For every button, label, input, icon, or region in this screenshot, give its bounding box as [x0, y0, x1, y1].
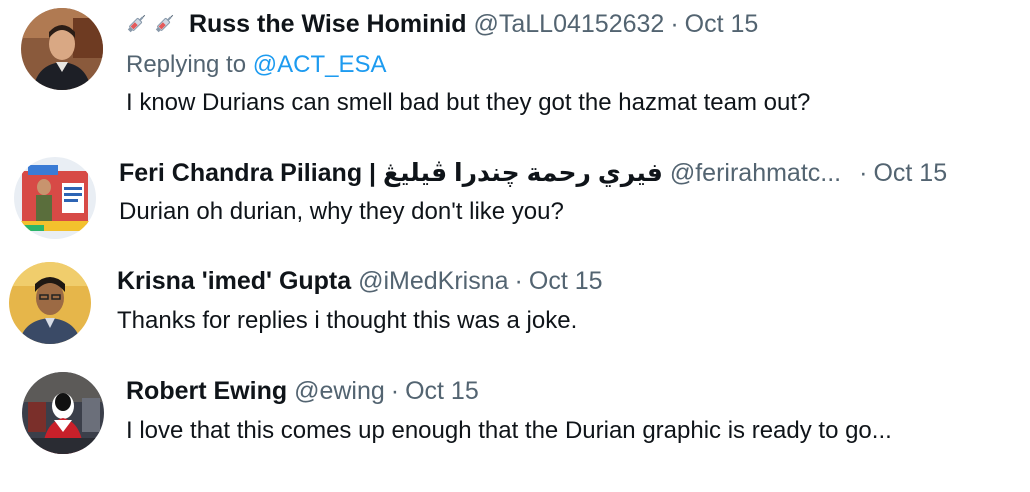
replying-to-label: Replying to: [126, 51, 247, 78]
avatar[interactable]: [21, 8, 103, 90]
tweet-header: Feri Chandra Piliang | فيري رحمة چندرا ڤ…: [119, 158, 947, 188]
tweet-header: Robert Ewing @ewing · Oct 15: [126, 376, 479, 406]
tweet-text: Durian oh durian, why they don't like yo…: [119, 198, 564, 225]
tweet-header: Russ the Wise Hominid @TaLL04152632 · Oct …: [126, 9, 758, 41]
tweet-text: I know Durians can smell bad but they go…: [126, 89, 811, 116]
tweet-date[interactable]: Oct 15: [685, 10, 759, 38]
syringe-icon: [126, 11, 148, 41]
tweet-reply[interactable]: Feri Chandra Piliang | فيري رحمة چندرا ڤ…: [0, 130, 1030, 248]
tweet-date[interactable]: Oct 15: [405, 377, 479, 405]
replying-to-handle[interactable]: @ACT_ESA: [253, 51, 387, 78]
tweet-header: Krisna 'imed' Gupta @iMedKrisna · Oct 15: [117, 266, 603, 296]
display-name[interactable]: Russ the Wise Hominid: [189, 10, 467, 38]
tweet-reply[interactable]: Russ the Wise Hominid @TaLL04152632 · Oct …: [0, 0, 1030, 130]
tweet-text: I love that this comes up enough that th…: [126, 417, 892, 444]
user-handle[interactable]: @ferirahmatc...: [670, 159, 841, 187]
display-name[interactable]: Robert Ewing: [126, 377, 287, 405]
avatar[interactable]: [22, 372, 104, 454]
separator-dot: ·: [390, 377, 400, 405]
tweet-reply[interactable]: Krisna 'imed' Gupta @iMedKrisna · Oct 15 T…: [0, 248, 1030, 358]
separator-dot: ·: [514, 267, 523, 295]
separator-dot: ·: [859, 159, 868, 187]
tweet-date[interactable]: Oct 15: [529, 267, 603, 295]
user-handle[interactable]: @iMedKrisna: [358, 267, 508, 295]
avatar[interactable]: [9, 262, 91, 344]
tweet-reply[interactable]: Robert Ewing @ewing · Oct 15 I love that t…: [0, 358, 1030, 492]
replying-to: Replying to @ACT_ESA: [126, 50, 386, 80]
syringe-icon: [154, 11, 176, 41]
user-handle[interactable]: @TaLL04152632: [474, 10, 665, 38]
user-handle[interactable]: @ewing: [294, 377, 385, 405]
separator-dot: ·: [670, 10, 679, 38]
display-name[interactable]: Krisna 'imed' Gupta: [117, 267, 351, 295]
display-name[interactable]: Feri Chandra Piliang | فيري رحمة چندرا ڤ…: [119, 159, 663, 187]
tweet-date[interactable]: Oct 15: [873, 159, 947, 187]
avatar[interactable]: [14, 157, 96, 239]
tweet-text: Thanks for replies i thought this was a …: [117, 307, 578, 334]
